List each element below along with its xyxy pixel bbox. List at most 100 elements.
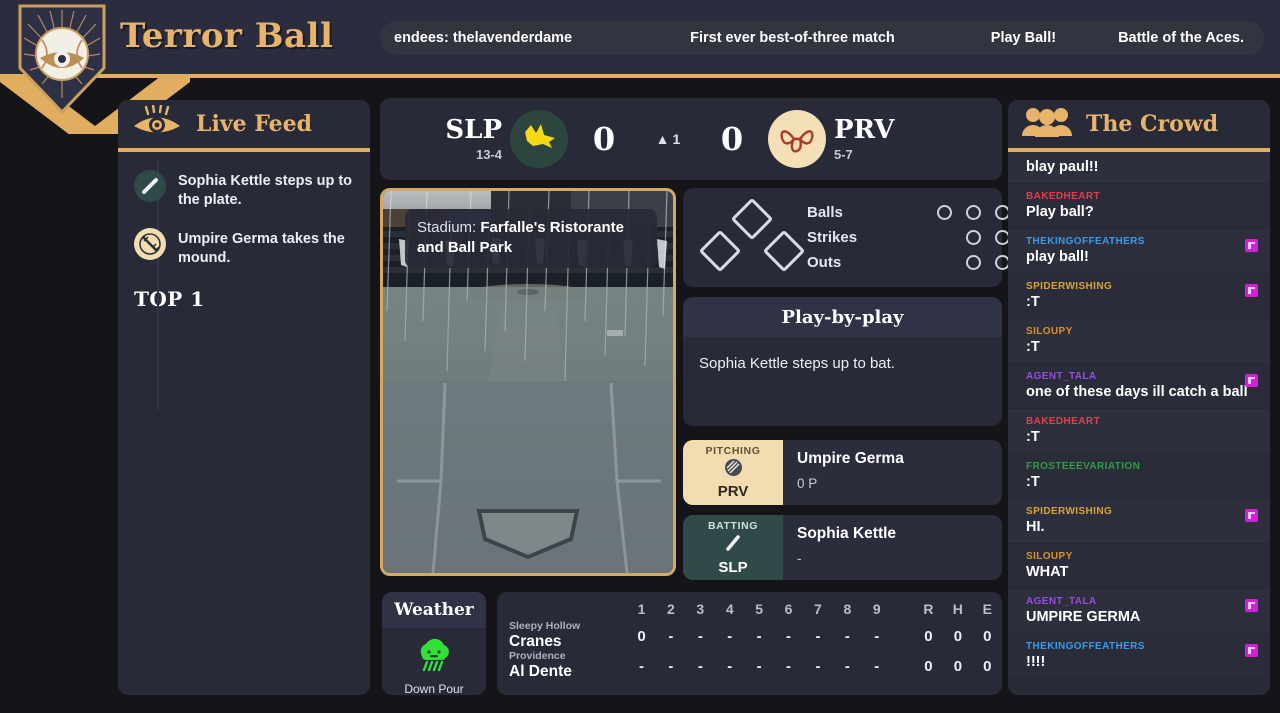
inning-score: - <box>639 657 644 675</box>
play-by-play-title: Play-by-play <box>683 297 1002 337</box>
away-team-block[interactable]: SLP 13-4 <box>380 117 510 162</box>
batter-stat: - <box>797 551 802 566</box>
subscriber-badge-icon <box>1245 374 1258 387</box>
total-hits: 0 <box>953 657 963 675</box>
feed-item[interactable]: Umpire Germa takes the mound. <box>118 224 370 282</box>
total-runs: 0 <box>924 657 933 675</box>
rain-cloud-icon <box>413 636 455 679</box>
batting-label: BATTING <box>707 519 759 532</box>
count-panel: Balls Strikes Outs <box>683 188 1010 287</box>
chat-username[interactable]: BAKEDHEART <box>1026 416 1258 427</box>
total-errors: 0 <box>983 627 992 645</box>
bat-icon <box>723 533 743 558</box>
feed-item[interactable]: Sophia Kettle steps up to the plate. <box>118 166 370 224</box>
terror-ball-app: Terror Ball endees: thelavenderdame Firs… <box>0 0 1280 713</box>
balls-label: Balls <box>807 204 843 221</box>
chat-message[interactable]: BAKEDHEART Play ball? <box>1008 184 1270 229</box>
chat-message[interactable]: BAKEDHEART :T <box>1008 409 1270 454</box>
ball-pip <box>937 205 952 220</box>
linescore-team-col <box>497 592 627 621</box>
base-third <box>698 229 742 272</box>
inning-header: 5 <box>755 601 764 617</box>
inning-score: - <box>668 657 674 675</box>
stadium-view[interactable]: Stadium: Farfalle's Ristorante and Ball … <box>380 188 676 576</box>
ticker-item: Battle of the Aces. <box>1118 30 1245 46</box>
inning-header: 2 <box>667 601 675 617</box>
inning-header: 4 <box>725 601 734 617</box>
chat-text: WHAT <box>1026 564 1069 580</box>
chat-username[interactable]: SILOUPY <box>1026 551 1258 562</box>
app-header: Terror Ball endees: thelavenderdame Firs… <box>0 0 1280 134</box>
inning-score: - <box>697 657 703 675</box>
news-ticker[interactable]: endees: thelavenderdame First ever best-… <box>380 21 1264 55</box>
chat-username[interactable]: SPIDERWISHING <box>1026 506 1258 517</box>
crane-bird-icon <box>510 110 568 168</box>
weather-condition: Down Pour <box>404 682 464 696</box>
total-header-hits: H <box>952 601 963 617</box>
ball-pip <box>966 205 981 220</box>
inning-score: - <box>874 627 880 645</box>
inning-header: 3 <box>696 601 705 617</box>
pitcher-name: Umpire Germa <box>797 450 904 467</box>
inning-score: - <box>756 627 762 645</box>
base-second <box>730 197 774 240</box>
team-name: Al Dente <box>509 662 572 680</box>
chat-username[interactable]: THEKINGOFFEATHERS <box>1026 236 1258 247</box>
chat-message[interactable]: SILOUPY :T <box>1008 319 1270 364</box>
stadium-name-label: Stadium: Farfalle's Ristorante and Ball … <box>405 209 657 268</box>
batting-tag: BATTING SLP <box>683 515 783 580</box>
inning-score: - <box>874 657 880 675</box>
away-team-score: 0 <box>592 120 616 158</box>
chat-message[interactable]: AGENT_TALA UMPIRE GERMA <box>1008 589 1270 634</box>
chat-message[interactable]: FROSTEEEVARIATION :T <box>1008 454 1270 499</box>
strikes-label: Strikes <box>807 229 858 246</box>
chat-message[interactable]: AGENT_TALA one of these days ill catch a… <box>1008 364 1270 409</box>
chat-text: :T <box>1026 474 1040 490</box>
base-diamond <box>697 197 807 278</box>
chat-username[interactable]: THEKINGOFFEATHERS <box>1026 641 1258 652</box>
weather-title: Weather <box>382 592 486 628</box>
crowd-chat-panel: The Crowd blay paul!! BAKEDHEART Play ba… <box>1008 100 1270 695</box>
feed-inning-marker: TOP 1 <box>134 287 205 312</box>
linescore-panel: 1 2 3 4 5 6 7 8 9 R H E Sleepy Hollow Cr… <box>497 592 1002 695</box>
inning-header: 6 <box>784 601 793 617</box>
app-logo[interactable] <box>12 2 112 118</box>
pitching-row[interactable]: PITCHING PRV Umpire Germa 0 P <box>683 440 1002 505</box>
home-team-block[interactable]: PRV 5-7 <box>826 117 956 162</box>
chat-message[interactable]: SPIDERWISHING :T <box>1008 274 1270 319</box>
chat-message[interactable]: blay paul!! <box>1008 152 1270 184</box>
baseball-icon <box>724 458 743 482</box>
chat-message[interactable]: THEKINGOFFEATHERS !!!! <box>1008 634 1270 679</box>
chat-username[interactable]: SPIDERWISHING <box>1026 281 1258 292</box>
away-team-record: 13-4 <box>475 146 502 162</box>
batting-row[interactable]: BATTING SLP Sophia Kettle - <box>683 515 1002 580</box>
subscriber-badge-icon <box>1245 284 1258 297</box>
chat-username[interactable]: AGENT_TALA <box>1026 596 1258 607</box>
home-team-abbr: PRV <box>834 114 895 145</box>
total-runs: 0 <box>924 627 933 645</box>
chat-text: Play ball? <box>1026 204 1094 220</box>
crowd-message-list[interactable]: blay paul!! BAKEDHEART Play ball? THEKIN… <box>1008 152 1270 691</box>
batting-team: SLP <box>718 558 748 576</box>
ticker-item: First ever best-of-three match <box>690 30 895 46</box>
chat-username[interactable]: AGENT_TALA <box>1026 371 1258 382</box>
chat-message[interactable]: THEKINGOFFEATHERS play ball! <box>1008 229 1270 274</box>
baseball-icon <box>134 227 166 260</box>
chat-message[interactable]: SILOUPY WHAT <box>1008 544 1270 589</box>
chat-text: :T <box>1026 339 1040 355</box>
chat-username[interactable]: BAKEDHEART <box>1026 191 1258 202</box>
chat-username[interactable]: FROSTEEEVARIATION <box>1026 461 1258 472</box>
chat-message[interactable]: SPIDERWISHING HI. <box>1008 499 1270 544</box>
inning-arrow-icon: ▲ <box>655 131 670 147</box>
inning-score: - <box>844 627 850 645</box>
batter-name: Sophia Kettle <box>797 525 897 542</box>
batting-info: Sophia Kettle - <box>783 515 1002 580</box>
chat-username[interactable]: SILOUPY <box>1026 326 1258 337</box>
chat-text: blay paul!! <box>1026 159 1099 175</box>
chat-text: :T <box>1026 429 1040 445</box>
pitcher-stat: 0 P <box>797 476 818 491</box>
live-feed-body: Sophia Kettle steps up to the plate. Ump… <box>118 152 370 410</box>
chat-text: HI. <box>1026 519 1045 535</box>
team-name: Cranes <box>509 632 562 650</box>
live-feed-panel: Live Feed Sophia Kettle steps up to the … <box>118 100 370 695</box>
